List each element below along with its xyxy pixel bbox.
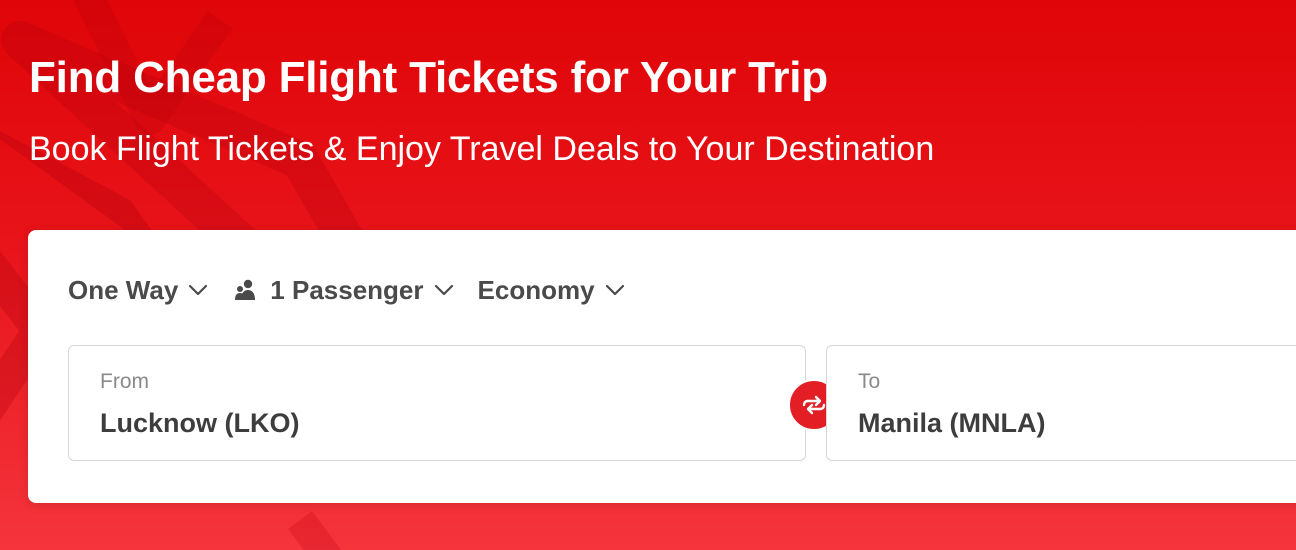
to-value: Manila (MNLA): [858, 408, 1046, 438]
from-label: From: [100, 370, 149, 393]
passenger-dropdown[interactable]: 1 Passenger: [234, 275, 453, 306]
swap-arrows-icon: [802, 395, 826, 415]
page-subtitle: Book Flight Tickets & Enjoy Travel Deals…: [29, 130, 935, 168]
trip-type-label: One Way: [68, 274, 179, 305]
trip-type-dropdown[interactable]: One Way: [68, 275, 208, 306]
chevron-down-icon: [434, 284, 453, 296]
to-label: To: [858, 370, 881, 393]
cabin-class-dropdown[interactable]: Economy: [478, 275, 625, 306]
chevron-down-icon: [605, 284, 624, 296]
search-options-bar: One Way 1 Passenger Economy: [68, 270, 625, 310]
from-field[interactable]: From Lucknow (LKO): [68, 345, 806, 461]
to-field[interactable]: To Manila (MNLA): [826, 345, 1296, 461]
page-title: Find Cheap Flight Tickets for Your Trip: [29, 53, 828, 102]
passenger-count-label: 1 Passenger: [270, 274, 424, 305]
cabin-class-label: Economy: [477, 274, 595, 305]
users-icon: [235, 279, 256, 300]
from-value: Lucknow (LKO): [100, 408, 300, 438]
chevron-down-icon: [189, 284, 208, 296]
flight-search-card: One Way 1 Passenger Economy From Lucknow…: [28, 230, 1296, 503]
